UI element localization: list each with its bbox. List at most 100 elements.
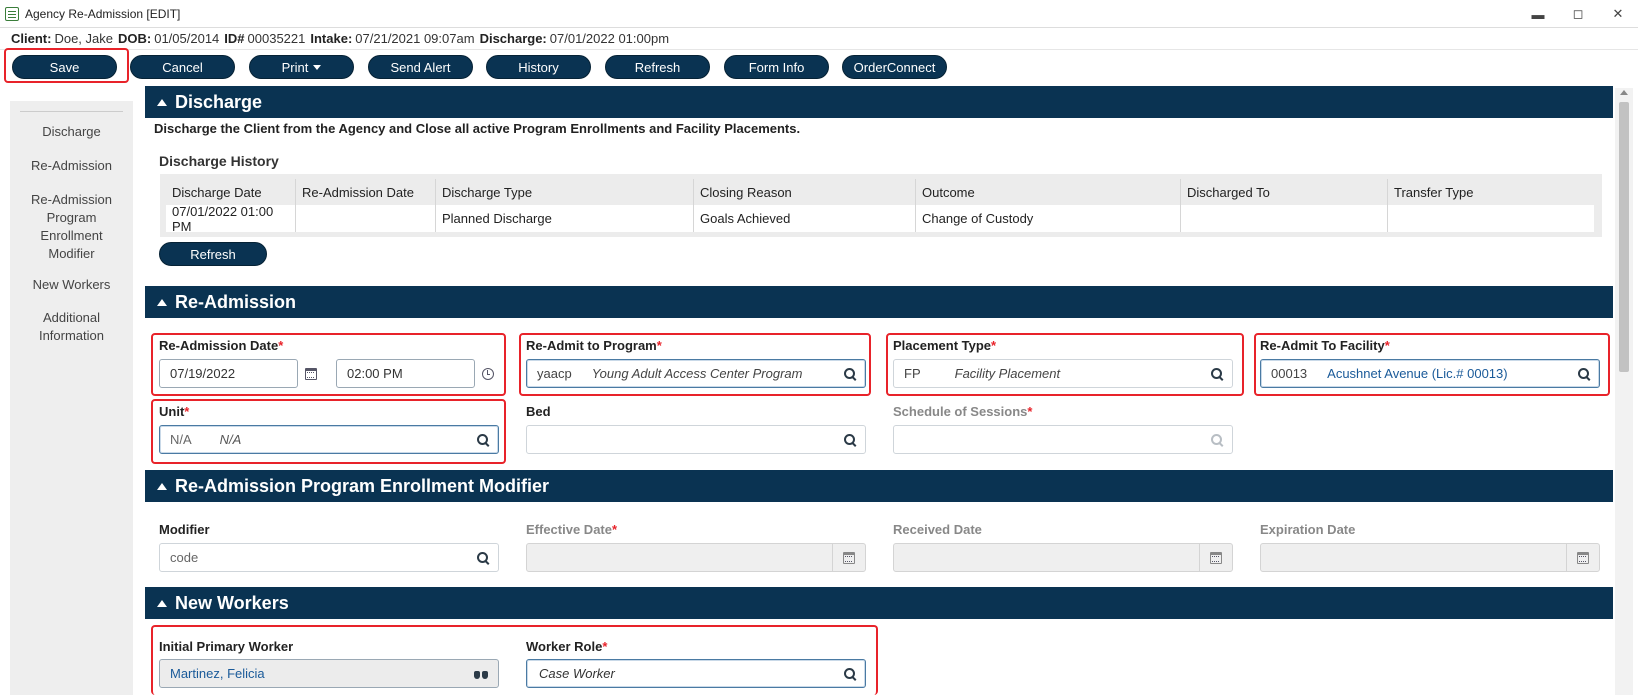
readmit-program-label: Re-Admit to Program*	[526, 338, 662, 353]
vertical-scrollbar[interactable]	[1615, 88, 1633, 695]
cancel-button[interactable]: Cancel	[130, 55, 235, 79]
required-marker: *	[602, 639, 608, 654]
program-description: Young Adult Access Center Program	[591, 366, 803, 381]
readmit-program-lookup[interactable]: yaacp Young Adult Access Center Program	[526, 359, 866, 388]
readmission-date-input[interactable]: 07/19/2022	[159, 359, 298, 388]
nav-item-readmission[interactable]: Re-Admission	[10, 157, 133, 175]
required-marker: *	[1027, 404, 1033, 419]
worker-role-lookup[interactable]: Case Worker	[526, 659, 866, 688]
section-header-discharge[interactable]: Discharge	[145, 86, 1613, 118]
nav-item-discharge[interactable]: Discharge	[10, 123, 133, 141]
bed-lookup[interactable]	[526, 425, 866, 454]
id-value: 00035221	[247, 31, 306, 46]
placement-code: FP	[904, 366, 921, 381]
search-icon[interactable]	[844, 668, 857, 681]
required-marker: *	[991, 338, 997, 353]
table-row[interactable]: 07/01/2022 01:00 PM Planned Discharge Go…	[166, 204, 1594, 234]
facility-description: Acushnet Avenue (Lic.# 00013)	[1327, 366, 1508, 381]
history-button[interactable]: History	[486, 55, 591, 79]
discharge-refresh-button[interactable]: Refresh	[159, 242, 267, 266]
window-title: Agency Re-Admission [EDIT]	[25, 6, 181, 21]
chevron-down-icon	[313, 64, 322, 70]
refresh-button[interactable]: Refresh	[605, 55, 710, 79]
nav-item-new-workers[interactable]: New Workers	[10, 276, 133, 294]
minimize-icon[interactable]: ▬	[1518, 0, 1558, 28]
scrollbar-thumb[interactable]	[1619, 102, 1629, 372]
form-info-button[interactable]: Form Info	[724, 55, 829, 79]
search-icon[interactable]	[844, 368, 857, 381]
print-button[interactable]: Print	[249, 55, 354, 79]
table-cell	[1388, 205, 1594, 232]
bed-label: Bed	[526, 404, 551, 419]
form-icon	[5, 6, 19, 21]
label-text: Placement Type	[893, 338, 992, 353]
nav-item-additional-information[interactable]: Additional Information	[10, 309, 133, 345]
nav-item-program-enrollment-modifier[interactable]: Re-Admission Program Enrollment Modifier	[10, 191, 133, 263]
label-text: Re-Admit To Facility	[1260, 338, 1385, 353]
required-marker: *	[611, 522, 618, 537]
calendar-icon[interactable]	[302, 359, 320, 388]
expiration-date-label: Expiration Date	[1260, 522, 1356, 537]
section-header-new-workers[interactable]: New Workers	[145, 587, 1613, 619]
maximize-icon[interactable]: ◻	[1558, 0, 1598, 28]
window-titlebar: Agency Re-Admission [EDIT] ▬ ◻ ✕	[0, 0, 1638, 28]
modifier-placeholder: code	[170, 550, 199, 565]
discharge-history-title: Discharge History	[159, 153, 279, 169]
readmit-facility-label: Re-Admit To Facility*	[1260, 338, 1390, 353]
unit-code: N/A	[170, 432, 192, 447]
placement-description: Facility Placement	[954, 366, 1061, 381]
table-header-row: Discharge Date Re-Admission Date Dischar…	[166, 179, 1594, 205]
scroll-up-icon[interactable]	[1620, 90, 1628, 95]
modifier-lookup[interactable]: code	[159, 543, 499, 572]
search-icon[interactable]	[844, 434, 857, 447]
toolbar: Save Cancel Print Send Alert History Ref…	[0, 50, 1638, 85]
readmit-facility-lookup[interactable]: 00013 Acushnet Avenue (Lic.# 00013)	[1260, 359, 1600, 388]
facility-code: 00013	[1271, 366, 1308, 381]
binoculars-icon[interactable]	[474, 669, 488, 680]
section-title: Discharge	[175, 91, 263, 112]
search-icon[interactable]	[1211, 368, 1224, 381]
calendar-icon	[1210, 552, 1222, 564]
save-button[interactable]: Save	[12, 55, 117, 79]
send-alert-button[interactable]: Send Alert	[368, 55, 473, 79]
close-icon[interactable]: ✕	[1598, 0, 1638, 28]
discharge-label: Discharge:	[479, 31, 547, 46]
nav-divider	[20, 111, 123, 112]
initial-primary-worker-field[interactable]: Martinez, Felicia	[159, 659, 499, 688]
calendar-icon	[843, 552, 855, 564]
required-marker: *	[184, 404, 190, 419]
schedule-of-sessions-lookup	[893, 425, 1233, 454]
search-icon[interactable]	[477, 434, 490, 447]
unit-lookup[interactable]: N/A N/A	[159, 425, 499, 454]
label-text: Re-Admission Date	[159, 338, 279, 353]
readmission-time-input[interactable]: 02:00 PM	[336, 359, 475, 388]
table-cell	[1181, 205, 1388, 232]
search-icon[interactable]	[1578, 368, 1591, 381]
placement-type-lookup[interactable]: FP Facility Placement	[893, 359, 1233, 388]
schedule-of-sessions-label: Schedule of Sessions*	[893, 404, 1032, 419]
required-marker: *	[1384, 338, 1390, 353]
orderconnect-button[interactable]: OrderConnect	[842, 55, 947, 79]
modifier-label: Modifier	[159, 522, 210, 537]
readmission-date-label: Re-Admission Date*	[159, 338, 283, 353]
print-button-label: Print	[281, 59, 309, 75]
column-header: Discharge Date	[166, 179, 296, 205]
calendar-icon	[1577, 552, 1589, 564]
search-icon	[1211, 434, 1224, 447]
column-header: Outcome	[916, 179, 1181, 205]
clock-icon[interactable]	[479, 359, 497, 388]
required-marker: *	[656, 338, 662, 353]
section-header-readmission[interactable]: Re-Admission	[145, 286, 1613, 318]
primary-worker-value: Martinez, Felicia	[170, 666, 265, 681]
section-header-program-enrollment-modifier[interactable]: Re-Admission Program Enrollment Modifier	[145, 470, 1613, 502]
table-cell: 07/01/2022 01:00 PM	[166, 204, 296, 234]
effective-date-label: Effective Date*	[526, 522, 617, 537]
discharge-history-table: Discharge Date Re-Admission Date Dischar…	[160, 174, 1602, 237]
search-icon[interactable]	[477, 552, 490, 565]
section-title: Re-Admission Program Enrollment Modifier	[175, 475, 550, 496]
client-label: Client:	[11, 31, 52, 46]
worker-role-label: Worker Role*	[526, 639, 607, 654]
window-controls: ▬ ◻ ✕	[1518, 0, 1638, 28]
client-info-bar: Client: Doe, Jake DOB: 01/05/2014 ID# 00…	[0, 28, 1638, 50]
column-header: Discharge Type	[436, 179, 694, 205]
